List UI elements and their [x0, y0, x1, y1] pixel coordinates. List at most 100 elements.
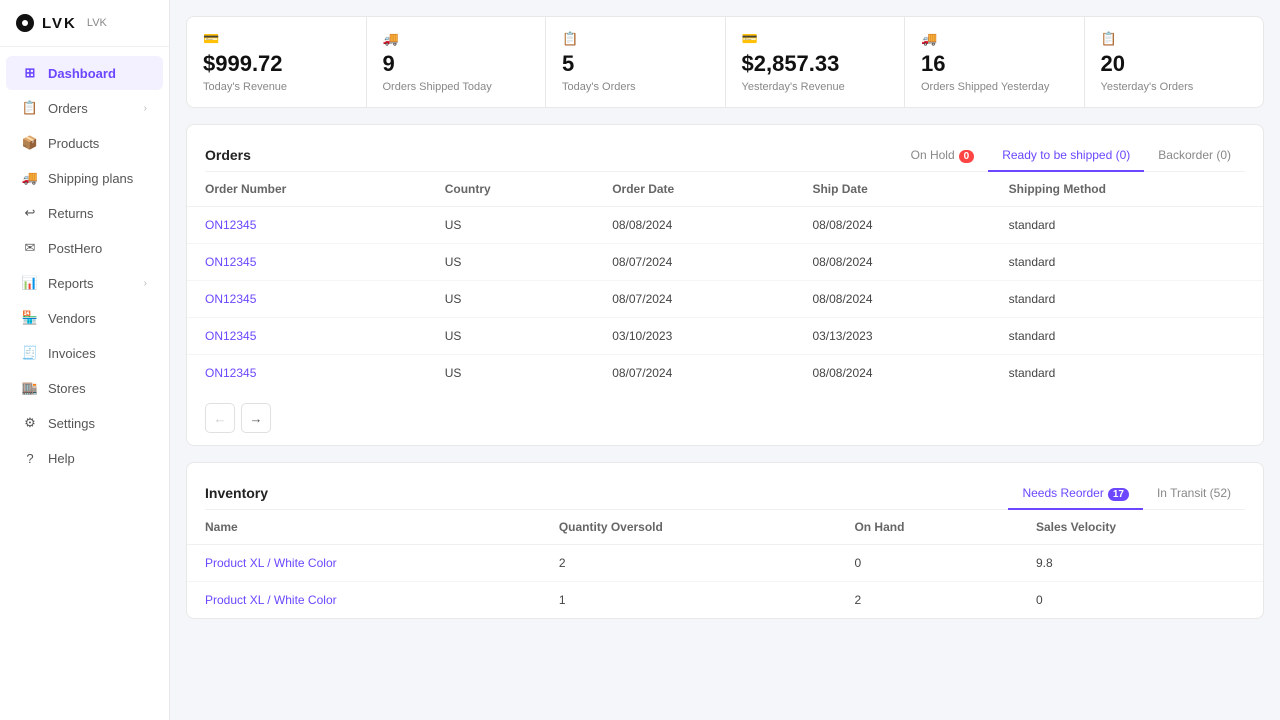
next-page-button[interactable]: →: [241, 403, 271, 433]
stat-header-yesterdays-revenue: 💳: [742, 31, 889, 47]
nav-icon-posthero: ✉: [22, 240, 38, 256]
nav-icon-orders: 📋: [22, 100, 38, 116]
order-link-1[interactable]: ON12345: [205, 255, 256, 269]
order-link-4[interactable]: ON12345: [205, 366, 256, 380]
stats-row: 💳 $999.72 Today's Revenue 🚚 9 Orders Shi…: [186, 16, 1264, 108]
order-country-4: US: [427, 355, 594, 392]
nav-label-vendors: Vendors: [48, 311, 96, 326]
sidebar-item-stores[interactable]: 🏬 Stores: [6, 371, 163, 405]
sidebar-logo: LVK LVK: [0, 0, 169, 47]
order-ship-date-0: 08/08/2024: [794, 207, 990, 244]
inventory-tab-needs-reorder[interactable]: Needs Reorder17: [1008, 478, 1143, 510]
orders-col-header-4: Shipping Method: [991, 172, 1263, 207]
inventory-on-hand-0: 0: [836, 545, 1018, 582]
sidebar-item-reports[interactable]: 📊 Reports ›: [6, 266, 163, 300]
order-shipping-method-0: standard: [991, 207, 1263, 244]
prev-page-button[interactable]: ←: [205, 403, 235, 433]
inventory-col-header-3: Sales Velocity: [1018, 510, 1263, 545]
inventory-section: Inventory Needs Reorder17In Transit (52)…: [186, 462, 1264, 619]
order-ship-date-2: 08/08/2024: [794, 281, 990, 318]
orders-col-header-1: Country: [427, 172, 594, 207]
stat-icon-orders-shipped-today: 🚚: [383, 31, 399, 47]
sidebar-item-products[interactable]: 📦 Products: [6, 126, 163, 160]
nav-icon-help: ?: [22, 450, 38, 466]
nav-label-products: Products: [48, 136, 99, 151]
orders-tab-backorder[interactable]: Backorder (0): [1144, 140, 1245, 172]
nav-icon-returns: ↩: [22, 205, 38, 221]
orders-table-head: Order NumberCountryOrder DateShip DateSh…: [187, 172, 1263, 207]
sidebar-item-posthero[interactable]: ✉ PostHero: [6, 231, 163, 265]
nav-label-dashboard: Dashboard: [48, 66, 116, 81]
inventory-table: NameQuantity OversoldOn HandSales Veloci…: [187, 510, 1263, 618]
order-number-cell-1: ON12345: [187, 244, 427, 281]
inventory-name-1: Product XL / White Color: [187, 582, 541, 619]
order-link-0[interactable]: ON12345: [205, 218, 256, 232]
stat-header-orders-shipped-yesterday: 🚚: [921, 31, 1068, 47]
sidebar-item-settings[interactable]: ⚙ Settings: [6, 406, 163, 440]
table-row: Product XL / White Color 2 0 9.8: [187, 545, 1263, 582]
stat-card-yesterdays-revenue: 💳 $2,857.33 Yesterday's Revenue: [726, 17, 906, 107]
sidebar-item-dashboard[interactable]: ⊞ Dashboard: [6, 56, 163, 90]
nav-icon-reports: 📊: [22, 275, 38, 291]
stat-number-yesterdays-orders: 20: [1101, 51, 1248, 77]
stat-icon-yesterdays-revenue: 💳: [742, 31, 758, 47]
nav-icon-vendors: 🏪: [22, 310, 38, 326]
order-date-2: 08/07/2024: [594, 281, 794, 318]
inventory-table-header-row: NameQuantity OversoldOn HandSales Veloci…: [187, 510, 1263, 545]
stat-icon-todays-revenue: 💳: [203, 31, 219, 47]
stat-label-todays-orders: Today's Orders: [562, 81, 709, 93]
table-row: ON12345 US 08/07/2024 08/08/2024 standar…: [187, 244, 1263, 281]
order-link-2[interactable]: ON12345: [205, 292, 256, 306]
sidebar-item-help[interactable]: ? Help: [6, 441, 163, 475]
nav-label-posthero: PostHero: [48, 241, 102, 256]
stat-header-todays-orders: 📋: [562, 31, 709, 47]
inventory-table-container: NameQuantity OversoldOn HandSales Veloci…: [187, 510, 1263, 618]
inventory-name-0: Product XL / White Color: [187, 545, 541, 582]
order-number-cell-4: ON12345: [187, 355, 427, 392]
orders-table-container: Order NumberCountryOrder DateShip DateSh…: [187, 172, 1263, 391]
logo-sub: LVK: [87, 17, 107, 29]
stat-card-yesterdays-orders: 📋 20 Yesterday's Orders: [1085, 17, 1264, 107]
chevron-icon-orders: ›: [144, 103, 147, 114]
sidebar-item-shipping-plans[interactable]: 🚚 Shipping plans: [6, 161, 163, 195]
stat-number-orders-shipped-today: 9: [383, 51, 530, 77]
order-country-1: US: [427, 244, 594, 281]
stat-header-yesterdays-orders: 📋: [1101, 31, 1248, 47]
stat-number-orders-shipped-yesterday: 16: [921, 51, 1068, 77]
stat-card-orders-shipped-today: 🚚 9 Orders Shipped Today: [367, 17, 547, 107]
order-number-cell-0: ON12345: [187, 207, 427, 244]
inventory-col-header-0: Name: [187, 510, 541, 545]
sidebar-item-returns[interactable]: ↩ Returns: [6, 196, 163, 230]
inventory-qty-oversold-1: 1: [541, 582, 837, 619]
inventory-tab-badge-needs-reorder: 17: [1108, 488, 1129, 501]
sidebar-item-invoices[interactable]: 🧾 Invoices: [6, 336, 163, 370]
nav-label-returns: Returns: [48, 206, 94, 221]
nav-label-invoices: Invoices: [48, 346, 96, 361]
product-link-0[interactable]: Product XL / White Color: [205, 556, 337, 570]
orders-tab-on-hold[interactable]: On Hold0: [897, 140, 989, 172]
orders-table: Order NumberCountryOrder DateShip DateSh…: [187, 172, 1263, 391]
orders-tab-ready-to-ship[interactable]: Ready to be shipped (0): [988, 140, 1144, 172]
stat-number-todays-orders: 5: [562, 51, 709, 77]
sidebar-item-vendors[interactable]: 🏪 Vendors: [6, 301, 163, 335]
inventory-tab-in-transit[interactable]: In Transit (52): [1143, 478, 1245, 510]
sidebar-item-orders[interactable]: 📋 Orders ›: [6, 91, 163, 125]
order-ship-date-3: 03/13/2023: [794, 318, 990, 355]
product-link-1[interactable]: Product XL / White Color: [205, 593, 337, 607]
nav-label-shipping-plans: Shipping plans: [48, 171, 133, 186]
order-date-4: 08/07/2024: [594, 355, 794, 392]
stat-card-todays-orders: 📋 5 Today's Orders: [546, 17, 726, 107]
nav-icon-invoices: 🧾: [22, 345, 38, 361]
inventory-table-body: Product XL / White Color 2 0 9.8 Product…: [187, 545, 1263, 619]
nav-icon-stores: 🏬: [22, 380, 38, 396]
order-number-cell-3: ON12345: [187, 318, 427, 355]
order-shipping-method-4: standard: [991, 355, 1263, 392]
order-shipping-method-1: standard: [991, 244, 1263, 281]
orders-section-header: Orders On Hold0Ready to be shipped (0)Ba…: [187, 125, 1263, 171]
orders-pagination: ← →: [187, 391, 1263, 445]
stat-number-todays-revenue: $999.72: [203, 51, 350, 77]
inventory-section-header: Inventory Needs Reorder17In Transit (52): [187, 463, 1263, 509]
order-link-3[interactable]: ON12345: [205, 329, 256, 343]
order-country-0: US: [427, 207, 594, 244]
stat-header-orders-shipped-today: 🚚: [383, 31, 530, 47]
